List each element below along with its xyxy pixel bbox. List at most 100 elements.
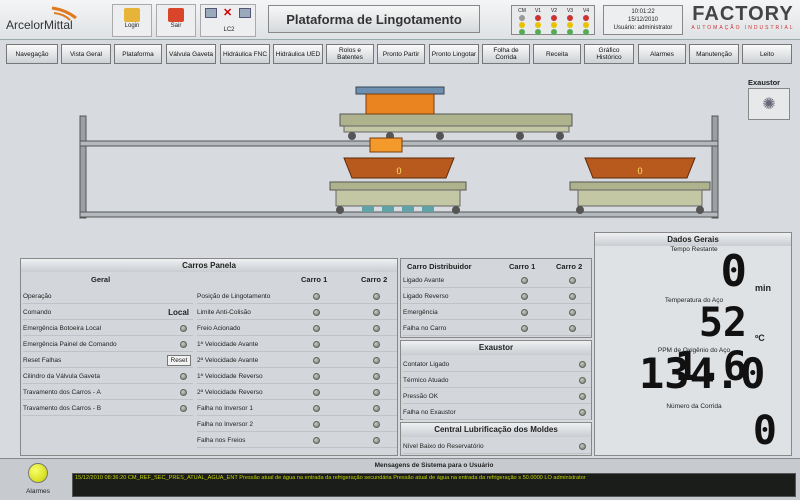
status-row: 2ª Velocidade Reverso	[197, 385, 397, 400]
distribuidor-carro2: Carro 2	[556, 262, 583, 271]
nav-alarmes[interactable]: Alarmes	[638, 44, 686, 64]
roller	[422, 206, 434, 212]
nav-bar: Navegação Vista Geral Plataforma Válvula…	[0, 42, 800, 66]
status-led-icon	[313, 421, 320, 428]
sair-button[interactable]: Sair	[156, 4, 196, 37]
reset-button[interactable]: Reset	[167, 355, 191, 366]
status-led-icon	[569, 309, 576, 316]
carros-panela-title: Carros Panela	[21, 259, 397, 272]
factory-logo-text: FACTORY	[692, 3, 794, 25]
factory-logo-sub: AUTOMAÇÃO INDUSTRIAL	[691, 25, 795, 31]
status-led-icon	[373, 405, 380, 412]
lubrificacao-row: Nível Baixo do Reservatório	[403, 439, 591, 454]
status-row: Falha no Inversor 1	[197, 401, 397, 416]
right-pillar	[711, 115, 719, 219]
roller	[382, 206, 394, 212]
carro-distribuidor-panel: Carro Distribuidor Carro 1 Carro 2 Ligad…	[400, 258, 592, 338]
distribuidor-title: Carro Distribuidor	[407, 262, 472, 271]
nav-plataforma[interactable]: Plataforma	[114, 44, 162, 64]
status-led-icon	[313, 389, 320, 396]
status-led-icon	[180, 405, 187, 412]
traffic-light-panel: CM V1 V2 V3 V4	[511, 5, 595, 35]
geral-title: Geral	[91, 275, 111, 284]
exaustor-panel: Exaustor Contator Ligado Térmico Atuado …	[400, 340, 592, 420]
carro1-header: Carro 1	[301, 275, 328, 284]
alarmes-label: Alarmes	[26, 488, 50, 495]
status-led-icon	[521, 293, 528, 300]
nav-pronto-lingotar[interactable]: Pronto Lingotar	[429, 44, 479, 64]
roller	[402, 206, 414, 212]
status-led-icon	[521, 309, 528, 316]
ladle-car-2-top	[569, 181, 711, 191]
message-bar: Alarmes Mensagens de Sistema para o Usuá…	[0, 458, 800, 500]
dados-gerais-panel: Dados Gerais Tempo Restante 0 min Temper…	[594, 232, 792, 456]
exaustor-row: Pressão OK	[403, 389, 591, 404]
lubrificacao-panel: Central Lubrificação dos Moldes Nível Ba…	[400, 422, 592, 456]
status-led-icon	[579, 443, 586, 450]
traffic-light-cm: CM	[516, 8, 528, 36]
distribuidor-row: Ligado Reverso	[403, 289, 591, 304]
close-icon: ✕	[223, 7, 233, 19]
geral-row-travamento-a: Travamento dos Carros - A	[23, 385, 193, 400]
traffic-light-v4: V4	[580, 8, 592, 36]
status-led-icon	[373, 341, 380, 348]
distribuidor-row: Falha no Carro	[403, 321, 591, 336]
wheel	[556, 132, 564, 140]
status-led-icon	[180, 373, 187, 380]
login-button[interactable]: Login	[112, 4, 152, 37]
status-led-icon	[313, 437, 320, 444]
arcelormittal-logo: ArcelorMittal	[4, 4, 100, 36]
nav-hidraulica-ued[interactable]: Hidráulica UED	[273, 44, 323, 64]
exaustor-row: Térmico Atuado	[403, 373, 591, 388]
nav-folha-corrida[interactable]: Folha de Corrida	[482, 44, 530, 64]
nav-leito[interactable]: Leito	[742, 44, 792, 64]
alarm-indicator-icon[interactable]	[28, 463, 48, 483]
lc2-label: LC2	[223, 27, 235, 33]
distributor-car-base	[343, 125, 570, 133]
ladle-car-1-top	[329, 181, 467, 191]
exaustor-label: Exaustor	[748, 78, 781, 87]
nav-pronto-partir[interactable]: Pronto Partir	[377, 44, 425, 64]
status-row: 1ª Velocidade Reverso	[197, 369, 397, 384]
platform-scene: 0 0 Exaustor ✺	[0, 66, 800, 232]
nav-valvula-gaveta[interactable]: Válvula Gaveta	[166, 44, 216, 64]
wheel	[516, 132, 524, 140]
status-led-icon	[313, 325, 320, 332]
status-row: 2ª Velocidade Avante	[197, 353, 397, 368]
date-text: 15/12/2010	[627, 17, 659, 23]
nav-manutencao[interactable]: Manutenção	[689, 44, 739, 64]
datetime-panel: 10:01:22 15/12/2010 Usuário: administrat…	[603, 5, 683, 35]
ppm-value: 134.0	[639, 349, 766, 398]
nav-navegacao[interactable]: Navegação	[6, 44, 58, 64]
nav-hidraulica-fnc[interactable]: Hidráulica FNC	[220, 44, 270, 64]
nav-grafico-historico[interactable]: Gráfico Histórico	[584, 44, 634, 64]
platform-diagram: 0 0	[79, 86, 719, 219]
fan-icon: ✺	[762, 96, 776, 113]
traffic-light-v1: V1	[532, 8, 544, 36]
brand-left-text: ArcelorMittal	[6, 18, 73, 32]
status-led-icon	[313, 341, 320, 348]
status-led-icon	[579, 361, 586, 368]
lc2-button[interactable]: ✕ LC2	[200, 4, 256, 37]
geral-row-cilindro: Cilindro da Válvula Gaveta	[23, 369, 193, 384]
status-led-icon	[313, 293, 320, 300]
lubrificacao-title: Central Lubrificação dos Moldes	[401, 423, 591, 437]
tundish	[365, 93, 435, 115]
traffic-light-v3: V3	[564, 8, 576, 36]
ladle-2-label: 0	[637, 166, 642, 176]
status-led-icon	[313, 309, 320, 316]
messages-list[interactable]: 15/12/2010 08:36:20 CM_REF_SEC_PRES_ATUA…	[72, 473, 796, 497]
exit-icon	[168, 8, 184, 22]
geral-row-travamento-b: Travamento dos Carros - B	[23, 401, 193, 416]
message-row[interactable]: 15/12/2010 08:36:20 CM_REF_SEC_PRES_ATUA…	[73, 474, 795, 482]
nav-rolos-batentes[interactable]: Rolos e Batentes	[326, 44, 374, 64]
status-led-icon	[313, 373, 320, 380]
distributor-car-body	[339, 113, 573, 127]
monitor-icon	[205, 8, 217, 18]
wheel	[436, 132, 444, 140]
roller	[362, 206, 374, 212]
exaustor-button[interactable]: ✺	[748, 88, 790, 120]
status-led-icon	[373, 373, 380, 380]
nav-vista-geral[interactable]: Vista Geral	[61, 44, 111, 64]
nav-receita[interactable]: Receita	[533, 44, 581, 64]
